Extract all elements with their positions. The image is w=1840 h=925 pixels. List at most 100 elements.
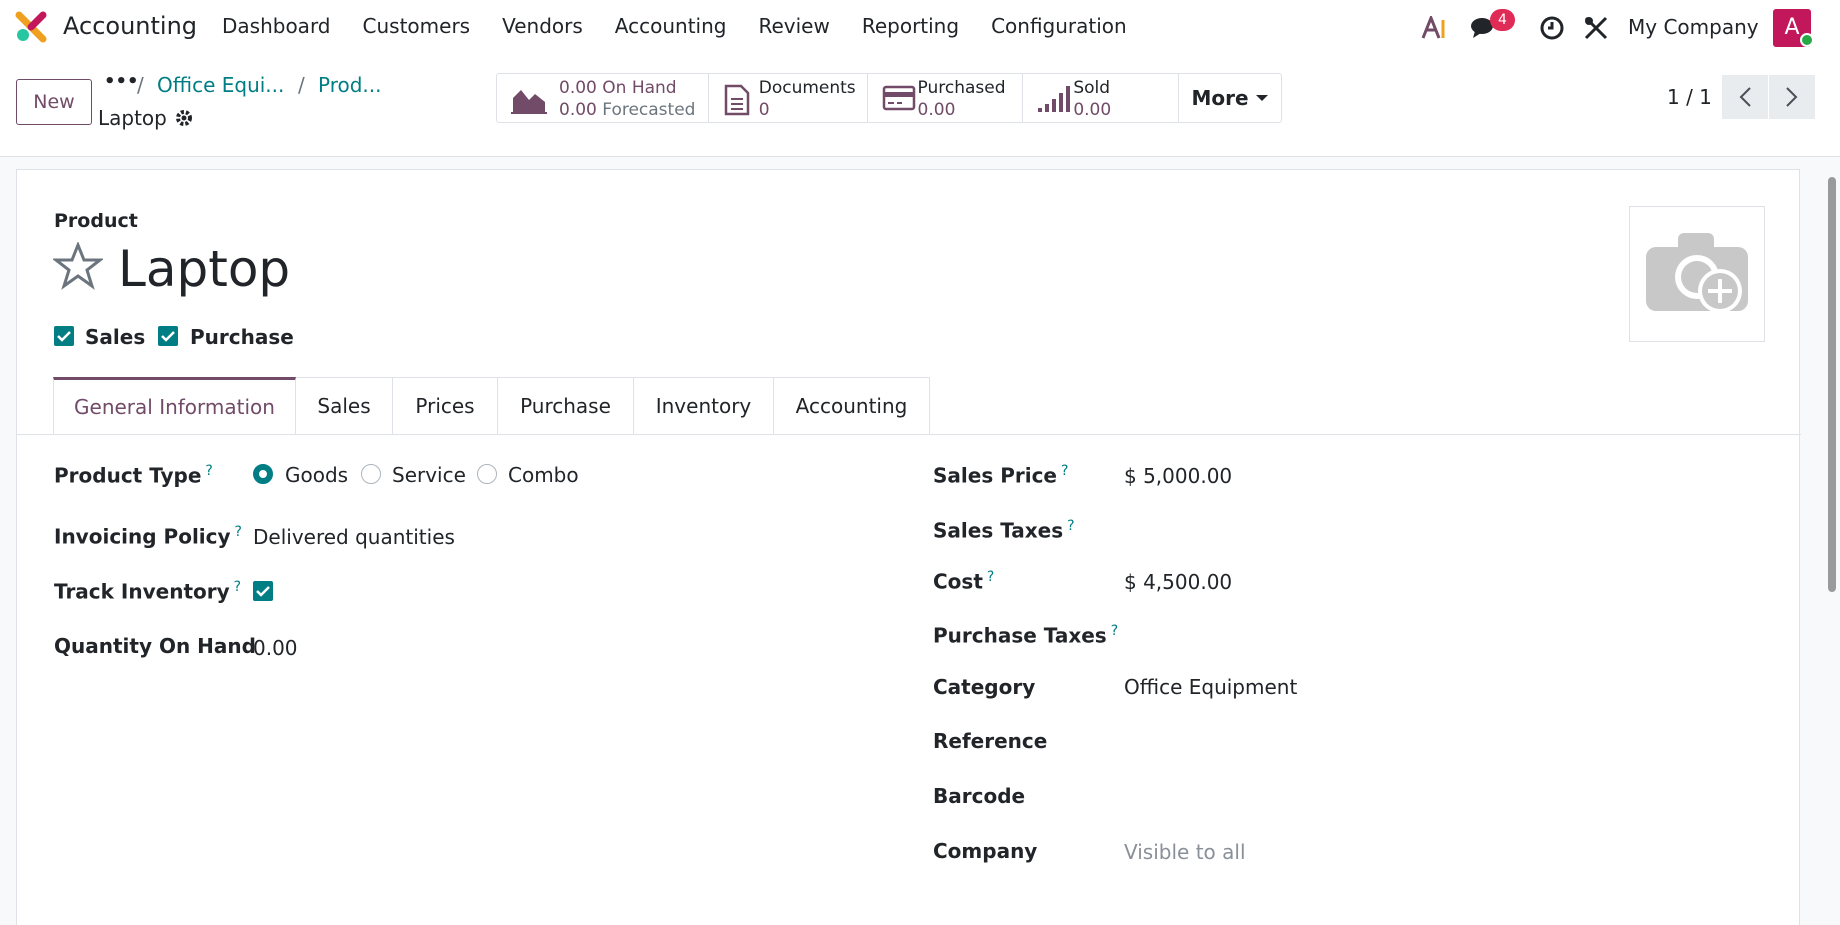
tools-icon[interactable]	[1583, 15, 1609, 41]
product-type-goods-radio[interactable]	[253, 464, 273, 484]
menu-accounting[interactable]: Accounting	[615, 14, 727, 38]
quantity-on-hand-value: 0.00	[253, 636, 298, 660]
menu-reporting[interactable]: Reporting	[862, 14, 959, 38]
product-image-upload[interactable]	[1629, 206, 1765, 342]
sold-button[interactable]: Sold 0.00	[1023, 74, 1180, 122]
documents-label: Documents	[758, 78, 856, 98]
checkmark-icon	[256, 586, 270, 597]
invoicing-policy-select[interactable]: Delivered quantities	[253, 525, 455, 549]
breadcrumb-separator: /	[298, 73, 305, 97]
quantity-on-hand-label: Quantity On Hand	[54, 634, 256, 658]
signal-bars-icon	[1038, 86, 1071, 112]
cost-label: Cost?	[933, 569, 995, 594]
product-type-goods-label[interactable]: Goods	[285, 463, 348, 487]
more-label: More	[1191, 86, 1249, 110]
sales-taxes-label: Sales Taxes?	[933, 518, 1075, 543]
smart-buttons: 0.00 On Hand 0.00 Forecasted Documents 0…	[496, 73, 1282, 123]
online-status-icon	[1800, 33, 1814, 47]
sales-price-label: Sales Price?	[933, 463, 1069, 488]
product-type-service-radio[interactable]	[361, 464, 381, 484]
area-chart-icon	[511, 90, 547, 114]
tab-purchase[interactable]: Purchase	[498, 377, 634, 435]
help-icon[interactable]: ?	[1061, 463, 1068, 479]
purchased-value: 0.00	[917, 100, 956, 120]
tab-prices[interactable]: Prices	[393, 377, 498, 435]
menu-configuration[interactable]: Configuration	[991, 14, 1127, 38]
cost-input[interactable]: $ 4,500.00	[1124, 570, 1232, 594]
document-icon	[724, 84, 749, 116]
menu-dashboard[interactable]: Dashboard	[222, 14, 331, 38]
credit-card-icon	[882, 85, 915, 111]
menu-vendors[interactable]: Vendors	[502, 14, 583, 38]
menu-review[interactable]: Review	[758, 14, 829, 38]
sales-checkbox[interactable]	[54, 326, 74, 346]
company-input[interactable]: Visible to all	[1124, 840, 1246, 864]
new-button[interactable]: New	[16, 79, 92, 125]
help-icon[interactable]: ?	[234, 579, 241, 595]
onhand-label: On Hand	[602, 78, 677, 98]
control-panel: New ••• / Office Equi... / Prod... Lapto…	[0, 55, 1840, 157]
category-label: Category	[933, 675, 1036, 699]
documents-button[interactable]: Documents 0	[709, 74, 868, 122]
product-type-service-label[interactable]: Service	[392, 463, 466, 487]
checkmark-icon	[161, 331, 175, 342]
company-label: Company	[933, 839, 1038, 863]
breadcrumb-more[interactable]: •••	[104, 71, 139, 92]
main-menu: Dashboard Customers Vendors Accounting R…	[222, 14, 1159, 38]
reference-label: Reference	[933, 729, 1048, 753]
menu-customers[interactable]: Customers	[363, 14, 471, 38]
pager-previous-button[interactable]	[1722, 75, 1768, 119]
camera-plus-icon	[1646, 233, 1748, 313]
sold-value: 0.00	[1073, 100, 1112, 120]
help-icon[interactable]: ?	[1111, 623, 1118, 639]
sold-label: Sold	[1073, 78, 1111, 98]
track-inventory-label: Track Inventory?	[54, 579, 242, 604]
breadcrumb-office-equipment[interactable]: Office Equi...	[157, 73, 284, 97]
onhand-button[interactable]: 0.00 On Hand 0.00 Forecasted	[497, 74, 709, 122]
clock-icon[interactable]	[1539, 15, 1565, 41]
pager-next-button[interactable]	[1769, 75, 1815, 119]
product-name[interactable]: Laptop	[118, 240, 290, 298]
company-switcher[interactable]: My Company	[1628, 15, 1759, 39]
chat-badge: 4	[1490, 9, 1515, 31]
track-inventory-checkbox[interactable]	[253, 581, 273, 601]
sales-price-input[interactable]: $ 5,000.00	[1124, 464, 1232, 488]
purchased-button[interactable]: Purchased 0.00	[868, 74, 1024, 122]
chevron-right-icon	[1786, 87, 1798, 107]
scrollbar-thumb[interactable]	[1828, 177, 1836, 592]
ai-icon[interactable]	[1421, 16, 1449, 40]
tab-accounting[interactable]: Accounting	[774, 377, 930, 435]
form-sheet: Product Laptop Sales Purchase General In…	[16, 169, 1801, 925]
chevron-left-icon	[1739, 87, 1751, 107]
category-input[interactable]: Office Equipment	[1124, 675, 1297, 699]
form-tabs: General Information Sales Prices Purchas…	[53, 377, 930, 435]
forecast-label: Forecasted	[602, 100, 696, 120]
sales-checkbox-label[interactable]: Sales	[85, 325, 145, 349]
more-button[interactable]: More	[1179, 74, 1281, 122]
product-type-combo-radio[interactable]	[477, 464, 497, 484]
pager-value[interactable]: 1 / 1	[1667, 85, 1712, 109]
help-icon[interactable]: ?	[987, 569, 994, 585]
tab-general-information[interactable]: General Information	[53, 377, 296, 435]
purchased-label: Purchased	[917, 78, 1006, 98]
tab-divider	[17, 434, 1801, 435]
purchase-checkbox[interactable]	[158, 326, 178, 346]
checkmark-icon	[57, 331, 71, 342]
product-type-combo-label[interactable]: Combo	[508, 463, 579, 487]
breadcrumb-products[interactable]: Prod...	[318, 73, 382, 97]
documents-value: 0	[758, 100, 770, 120]
app-logo-icon[interactable]	[15, 11, 47, 43]
app-name[interactable]: Accounting	[63, 12, 197, 40]
tab-sales[interactable]: Sales	[296, 377, 393, 435]
product-type-label: Product Type?	[54, 463, 213, 488]
purchase-checkbox-label[interactable]: Purchase	[190, 325, 294, 349]
help-icon[interactable]: ?	[205, 463, 212, 479]
barcode-label: Barcode	[933, 784, 1026, 808]
breadcrumb-current: Laptop	[98, 106, 167, 130]
tab-inventory[interactable]: Inventory	[634, 377, 774, 435]
gear-icon[interactable]	[174, 108, 194, 128]
help-icon[interactable]: ?	[1067, 518, 1074, 534]
star-icon[interactable]	[53, 242, 103, 290]
forecast-value: 0.00	[559, 100, 597, 120]
help-icon[interactable]: ?	[235, 524, 242, 540]
